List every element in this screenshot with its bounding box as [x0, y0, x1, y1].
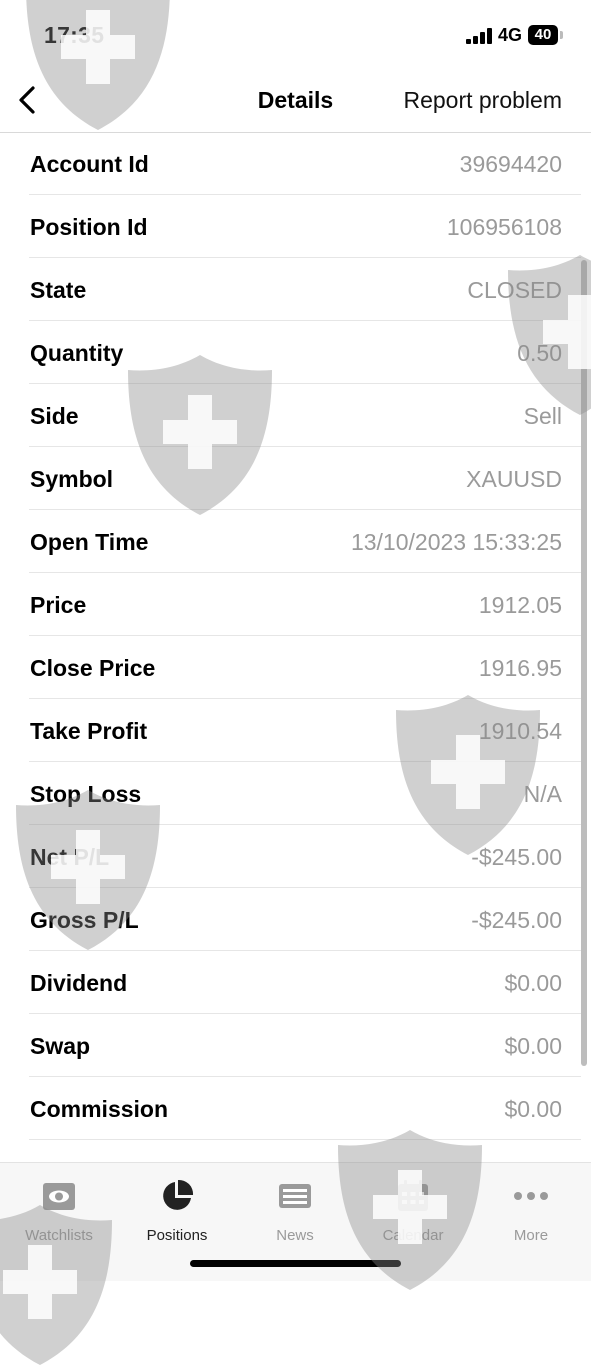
battery-cap — [560, 31, 563, 39]
detail-value: Sell — [523, 403, 562, 429]
detail-row: Swap $0.00 — [29, 1014, 581, 1077]
detail-row: Commission $0.00 — [29, 1077, 581, 1140]
battery-icon: 40 — [528, 25, 558, 45]
detail-row: Price 1912.05 — [29, 573, 581, 636]
detail-label: Price — [30, 592, 87, 618]
detail-value: 106956108 — [446, 214, 562, 240]
tab-more[interactable]: More — [472, 1177, 590, 1249]
report-problem-button[interactable]: Report problem — [403, 87, 562, 114]
detail-label: State — [30, 277, 87, 303]
nav-header: Details Report problem — [0, 70, 591, 133]
tab-positions[interactable]: Positions — [118, 1177, 236, 1249]
detail-value: $0.00 — [504, 1033, 562, 1059]
tab-news[interactable]: News — [236, 1177, 354, 1249]
detail-row: Side Sell — [29, 384, 581, 447]
detail-value: 39694420 — [459, 151, 562, 177]
detail-label: Swap — [30, 1033, 91, 1059]
detail-row: Account Id 39694420 — [29, 132, 581, 195]
calendar-icon — [398, 1180, 428, 1211]
tab-label: Watchlists — [25, 1227, 93, 1244]
detail-label: Position Id — [30, 214, 148, 240]
detail-row: Quantity 0.50 — [29, 321, 581, 384]
detail-label: Account Id — [30, 151, 149, 177]
detail-row: Net P/L -$245.00 — [29, 825, 581, 888]
detail-row: Close Price 1916.95 — [29, 636, 581, 699]
network-type: 4G — [498, 25, 523, 45]
detail-value: N/A — [523, 781, 562, 807]
home-indicator[interactable] — [190, 1260, 401, 1267]
battery-level: 40 — [534, 26, 552, 43]
detail-value: XAUUSD — [466, 466, 562, 492]
status-bar: 17:35 4G 40 — [0, 0, 591, 70]
detail-row: Position Id 106956108 — [29, 195, 581, 258]
detail-row: Gross P/L -$245.00 — [29, 888, 581, 951]
detail-row: Take Profit 1910.54 — [29, 699, 581, 762]
detail-value: -$245.00 — [471, 907, 562, 933]
detail-label: Dividend — [30, 970, 128, 996]
detail-value: 13/10/2023 15:33:25 — [350, 529, 562, 555]
newspaper-icon — [279, 1184, 311, 1208]
detail-value: 1912.05 — [478, 592, 562, 618]
detail-label: Net P/L — [30, 844, 110, 870]
detail-value: $0.00 — [504, 970, 562, 996]
more-dots-icon — [514, 1192, 548, 1200]
tab-label: Calendar — [382, 1227, 444, 1244]
details-list[interactable]: Account Id 39694420 Position Id 106956108 St… — [0, 132, 591, 1162]
detail-label: Stop Loss — [30, 781, 142, 807]
tab-watchlists[interactable]: Watchlists — [0, 1177, 118, 1249]
detail-value: $0.00 — [504, 1096, 562, 1122]
detail-label: Side — [30, 403, 79, 429]
eye-icon — [43, 1183, 75, 1210]
tab-label: Positions — [146, 1227, 208, 1244]
detail-row: Dividend $0.00 — [29, 951, 581, 1014]
detail-row: Open Time 13/10/2023 15:33:25 — [29, 510, 581, 573]
detail-value: 1916.95 — [478, 655, 562, 681]
detail-label: Close Price — [30, 655, 156, 681]
signal-icon — [466, 28, 494, 44]
detail-label: Commission — [30, 1096, 169, 1122]
detail-row: State CLOSED — [29, 258, 581, 321]
detail-row: Stop Loss N/A — [29, 762, 581, 825]
tab-label: More — [513, 1227, 549, 1244]
tab-calendar[interactable]: Calendar — [354, 1177, 472, 1249]
pie-chart-icon — [163, 1179, 194, 1210]
status-time: 17:35 — [44, 22, 105, 48]
detail-value: 0.50 — [517, 340, 562, 366]
detail-row: Close Time16/10/2023 15:34:05 — [29, 1140, 581, 1162]
detail-label: Symbol — [30, 466, 114, 492]
detail-label: Take Profit — [30, 718, 148, 744]
detail-value: 1910.54 — [478, 718, 562, 744]
detail-label: Quantity — [30, 340, 124, 366]
detail-row: Symbol XAUUSD — [29, 447, 581, 510]
tab-label: News — [276, 1227, 314, 1244]
detail-value: -$245.00 — [471, 844, 562, 870]
detail-value: CLOSED — [467, 277, 562, 303]
detail-label: Gross P/L — [30, 907, 139, 933]
scrollbar[interactable] — [581, 260, 587, 1066]
detail-label: Open Time — [30, 529, 149, 555]
